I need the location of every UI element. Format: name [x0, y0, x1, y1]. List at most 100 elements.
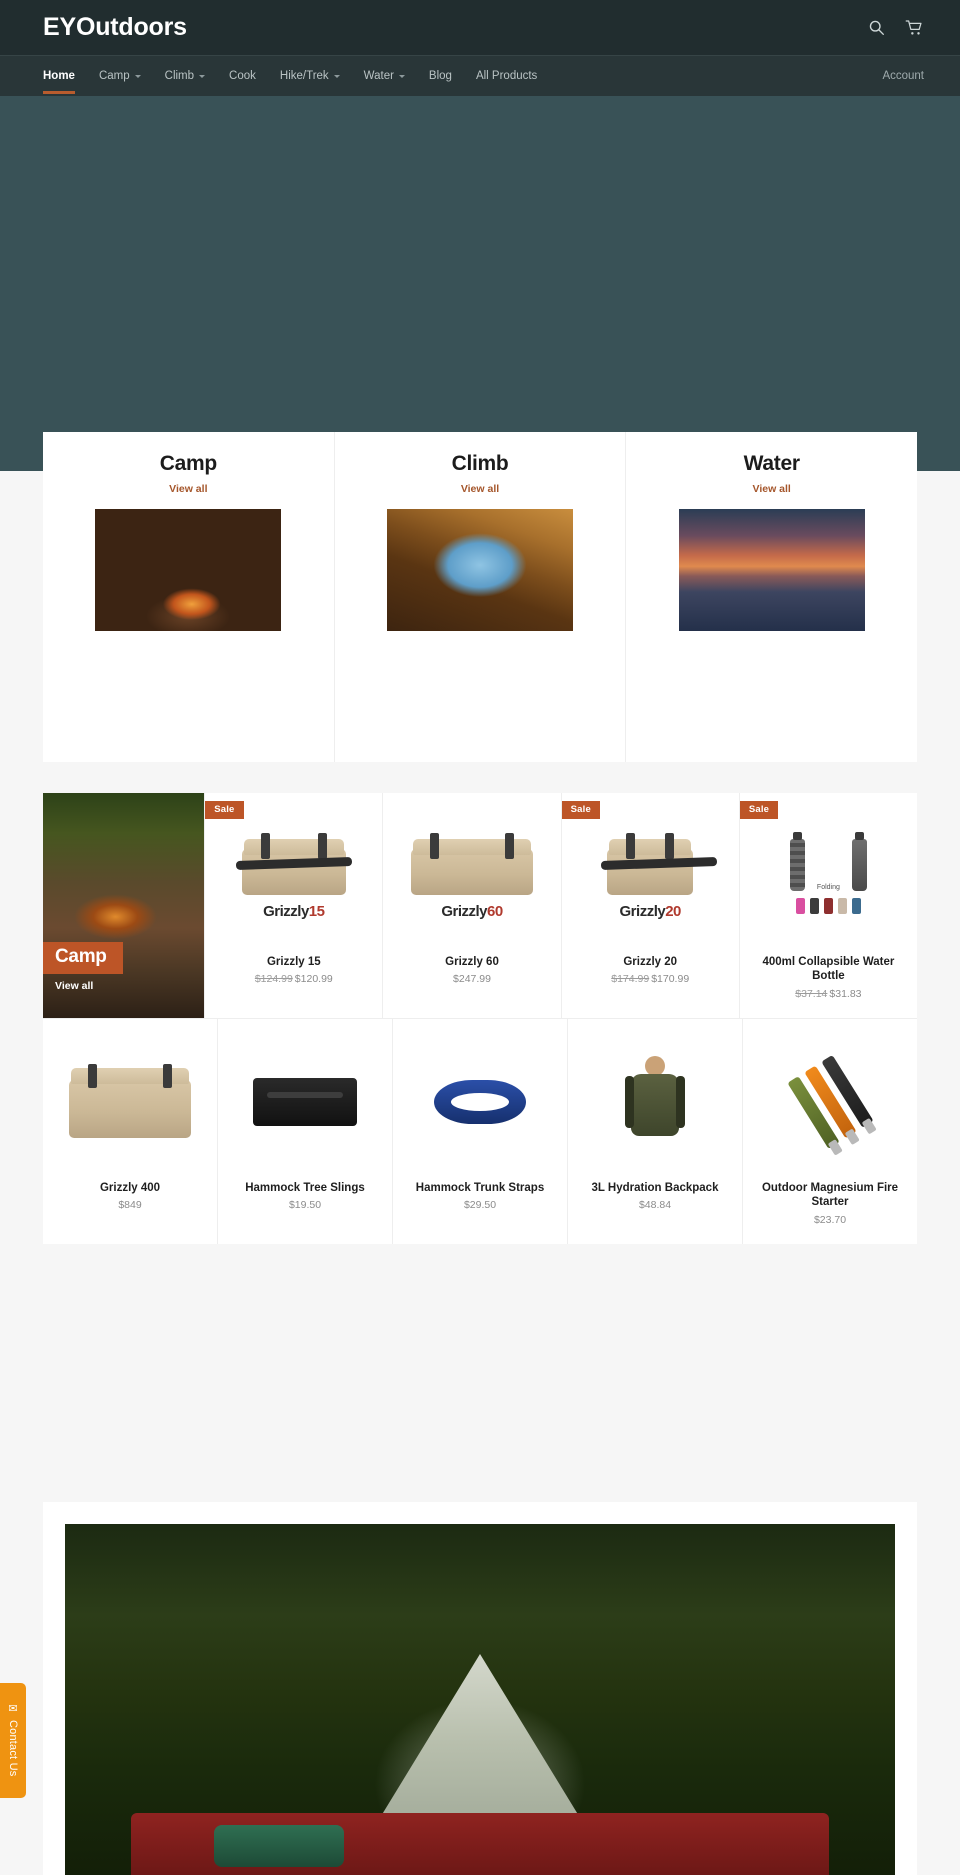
product-row: Grizzly 400 $849 Hammock Tree Slings $19… — [43, 1018, 917, 1244]
collection-title: Camp — [159, 452, 217, 475]
product-price: $174.99 $170.99 — [570, 973, 731, 985]
price-original: $37.14 — [795, 987, 828, 1000]
cooler-illustration — [601, 832, 718, 895]
product-title: Outdoor Magnesium Fire Starter — [761, 1181, 899, 1209]
nav-label: Cook — [229, 70, 256, 82]
product-image — [51, 1027, 209, 1177]
bottle-color-swatches — [795, 897, 861, 914]
product-card-collapsible-water-bottle[interactable]: Sale Folding 400ml Collapsible Water Bot… — [739, 793, 917, 1018]
product-price: $37.14 $31.83 — [748, 988, 909, 1000]
product-title: Hammock Tree Slings — [245, 1181, 365, 1194]
bottle-fold-label: Folding — [816, 883, 840, 891]
product-title: Grizzly 400 — [99, 1181, 161, 1194]
collection-list: Camp View all Climb View all Water View … — [43, 432, 917, 762]
nav-label: Climb — [164, 70, 195, 82]
envelope-icon: ✉ — [8, 1703, 18, 1716]
product-grid: Camp View all Sale Grizzly15 Grizzly 15 — [43, 793, 917, 1244]
trunk-strap-illustration — [434, 1079, 526, 1124]
nav-item-all-products[interactable]: All Products — [464, 56, 549, 96]
product-title: 3L Hydration Backpack — [591, 1181, 719, 1194]
collection-card-climb[interactable]: Climb View all — [335, 432, 627, 762]
product-image — [576, 1027, 734, 1177]
price-original: $124.99 — [254, 973, 293, 986]
price-sale: $170.99 — [651, 973, 690, 986]
product-image: Grizzly20 — [570, 801, 731, 951]
bottom-feature-section — [43, 1502, 917, 1875]
price-sale: $120.99 — [294, 973, 333, 986]
nav-label: All Products — [475, 70, 538, 82]
wordmark-text: Grizzly — [441, 902, 487, 920]
collection-card-camp[interactable]: Camp View all — [43, 432, 335, 762]
product-card-grizzly-400[interactable]: Grizzly 400 $849 — [43, 1018, 218, 1244]
chevron-down-icon — [134, 74, 141, 78]
product-title: Hammock Trunk Straps — [415, 1181, 545, 1194]
product-card-grizzly-15[interactable]: Sale Grizzly15 Grizzly 15 $124.99 $120.99 — [205, 793, 384, 1018]
nav-item-cook[interactable]: Cook — [217, 56, 268, 96]
promo-view-all-link[interactable]: View all — [55, 980, 93, 992]
collection-title: Climb — [451, 452, 509, 475]
header-actions — [866, 0, 924, 55]
promo-label: Camp — [43, 941, 123, 974]
collection-view-all-link[interactable]: View all — [169, 483, 207, 495]
wordmark-number: 20 — [665, 902, 681, 920]
account-link[interactable]: Account — [882, 56, 924, 96]
chevron-down-icon — [333, 74, 340, 78]
product-image: Grizzly60 — [391, 801, 552, 951]
promo-card-camp[interactable]: Camp View all — [43, 793, 206, 1018]
wordmark-text: Grizzly — [263, 902, 309, 920]
status-badge: Sale — [561, 801, 600, 819]
nav-item-home[interactable]: Home — [43, 56, 87, 96]
site-header: EYOutdoors — [0, 0, 960, 55]
nav-item-climb[interactable]: Climb — [153, 56, 217, 96]
price-sale: $31.83 — [829, 987, 862, 1000]
cooler-illustration — [411, 832, 533, 895]
contact-us-tab[interactable]: ✉ Contact Us — [0, 1683, 26, 1798]
site-logo[interactable]: EYOutdoors — [43, 15, 187, 40]
nav-label: Water — [363, 70, 394, 82]
backpack-illustration — [605, 1055, 705, 1148]
price-sale: $19.50 — [288, 1199, 322, 1212]
product-card-hammock-trunk-straps[interactable]: Hammock Trunk Straps $29.50 — [393, 1018, 568, 1244]
cart-icon[interactable] — [904, 18, 924, 38]
product-title: 400ml Collapsible Water Bottle — [762, 956, 895, 983]
product-card-3l-hydration-backpack[interactable]: 3L Hydration Backpack $48.84 — [568, 1018, 743, 1244]
product-card-grizzly-20[interactable]: Sale Grizzly20 Grizzly 20 $174.99 $170.99 — [561, 793, 740, 1018]
product-wordmark: Grizzly15 — [263, 902, 325, 920]
product-price: $849 — [51, 1199, 209, 1211]
product-image — [401, 1027, 559, 1177]
hero-banner — [0, 96, 960, 471]
product-title: Grizzly 15 — [266, 956, 321, 968]
product-title: Grizzly 60 — [445, 956, 499, 968]
collection-image-climb — [387, 509, 573, 631]
product-price: $48.84 — [576, 1199, 734, 1211]
price-sale: $23.70 — [813, 1213, 847, 1226]
nav-label: Home — [43, 70, 75, 82]
collection-view-all-link[interactable]: View all — [753, 483, 791, 495]
nav-item-hike-trek[interactable]: Hike/Trek — [268, 56, 352, 96]
collection-image-water — [678, 509, 865, 631]
collection-view-all-link[interactable]: View all — [461, 483, 499, 495]
product-wordmark: Grizzly20 — [620, 902, 682, 920]
price-sale: $48.84 — [638, 1199, 672, 1212]
main-navigation: Home Camp Climb Cook Hike/Trek Water Blo… — [0, 55, 960, 96]
fire-starter-illustration — [786, 1054, 874, 1149]
wordmark-number: 15 — [308, 902, 325, 920]
wordmark-number: 60 — [487, 902, 503, 920]
product-card-magnesium-fire-starter[interactable]: Outdoor Magnesium Fire Starter $23.70 — [743, 1019, 917, 1244]
nav-item-camp[interactable]: Camp — [87, 56, 153, 96]
product-wordmark: Grizzly60 — [441, 902, 503, 920]
product-row: Camp View all Sale Grizzly15 Grizzly 15 — [43, 793, 917, 1019]
collection-image-camp — [95, 509, 282, 631]
collection-card-water[interactable]: Water View all — [626, 432, 917, 762]
collection-title: Water — [743, 452, 800, 475]
product-card-grizzly-60[interactable]: Grizzly60 Grizzly 60 $247.99 — [383, 793, 562, 1018]
price-original: $174.99 — [611, 973, 650, 986]
product-card-hammock-tree-slings[interactable]: Hammock Tree Slings $19.50 — [218, 1018, 393, 1244]
cooler-illustration — [69, 1063, 191, 1138]
search-icon[interactable] — [866, 18, 886, 38]
price-sale: $247.99 — [453, 973, 491, 986]
nav-item-water[interactable]: Water — [352, 56, 417, 96]
nav-item-blog[interactable]: Blog — [417, 56, 464, 96]
product-image — [751, 1027, 909, 1177]
contact-us-label: Contact Us — [7, 1720, 19, 1777]
